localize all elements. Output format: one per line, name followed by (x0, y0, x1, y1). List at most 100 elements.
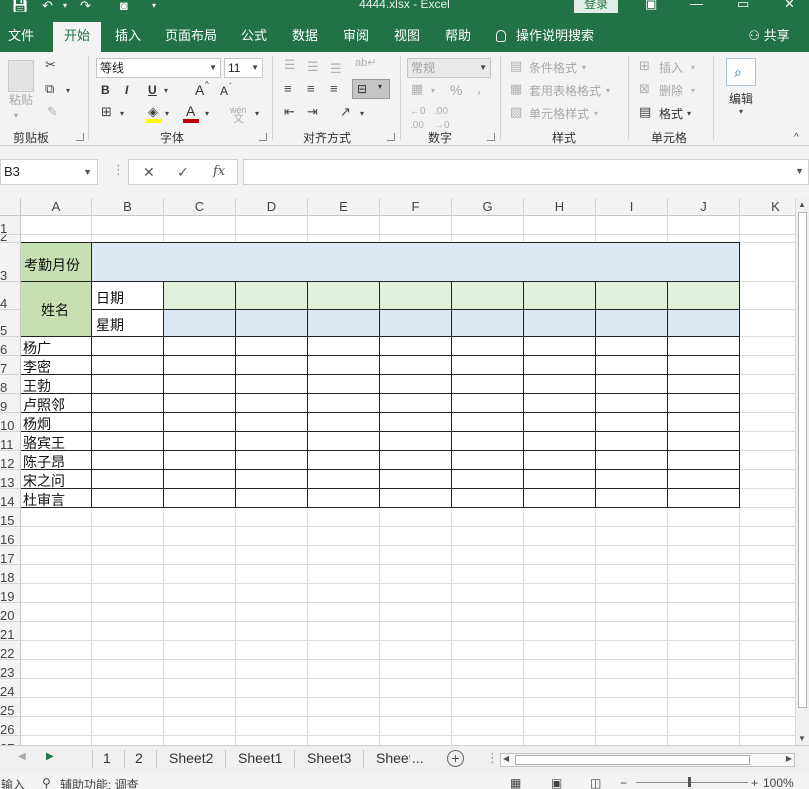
align-middle-icon[interactable]: ☰ (307, 60, 319, 74)
clipboard-launcher-icon[interactable] (76, 133, 84, 141)
increase-font-button[interactable]: A (195, 82, 204, 98)
name-cell[interactable]: 王勃 (23, 376, 51, 396)
scroll-right-icon[interactable]: ▶ (786, 754, 792, 763)
row-header[interactable]: 10 (0, 413, 21, 432)
tab-insert[interactable]: 插入 (108, 22, 148, 52)
row-header[interactable]: 26 (0, 717, 21, 736)
row-header[interactable]: 5 (0, 310, 21, 337)
horizontal-scrollbar[interactable]: ◀ ▶ (500, 753, 795, 767)
insert-function-button[interactable]: fx (213, 164, 225, 179)
increase-indent-icon[interactable]: ⇥ (307, 105, 318, 119)
row-header[interactable]: 23 (0, 660, 21, 679)
scroll-up-icon[interactable]: ▲ (798, 200, 806, 209)
expand-formula-bar-icon[interactable]: ▼ (795, 166, 804, 176)
vertical-scrollbar[interactable]: ▲ ▼ (795, 198, 809, 745)
font-color-button[interactable]: A (186, 103, 195, 119)
tab-view[interactable]: 视图 (387, 22, 427, 52)
column-header-j[interactable]: J (668, 198, 740, 216)
copy-dropdown-icon[interactable]: ▾ (66, 84, 70, 98)
percent-style-button[interactable]: % (450, 82, 462, 98)
normal-view-icon[interactable]: ▦ (510, 776, 521, 789)
name-cell[interactable]: 宋之问 (23, 471, 65, 491)
vertical-scroll-thumb[interactable] (798, 212, 807, 708)
row-header[interactable]: 13 (0, 470, 21, 489)
accounting-dropdown-icon[interactable]: ▾ (431, 84, 435, 98)
maximize-button[interactable]: ▭ (737, 0, 749, 12)
name-box[interactable]: B3 ▼ (0, 159, 98, 185)
font-size-select[interactable]: 11 ▼ (224, 58, 263, 78)
ribbon-display-options-icon[interactable]: ▣ (645, 0, 657, 12)
row-header[interactable]: 24 (0, 679, 21, 698)
previous-sheet-icon[interactable]: ◀ (18, 751, 26, 762)
tab-help[interactable]: 帮助 (438, 22, 478, 52)
name-cell[interactable]: 杨广 (23, 338, 51, 358)
row-header[interactable]: 19 (0, 584, 21, 603)
row-header[interactable]: 22 (0, 641, 21, 660)
page-break-view-icon[interactable]: ◫ (590, 776, 601, 789)
name-cell[interactable]: 杜审言 (23, 490, 65, 510)
editing-button[interactable]: ⌕ (726, 58, 756, 86)
column-header-k[interactable]: K (740, 198, 795, 216)
column-header-f[interactable]: F (380, 198, 452, 216)
zoom-level[interactable]: 100% (763, 776, 794, 789)
insert-cells-button[interactable]: 插入 (659, 60, 683, 76)
format-as-table-button[interactable]: 套用表格格式 (529, 83, 601, 99)
clipboard-icon[interactable] (8, 60, 34, 92)
sheet-tab-sheet3[interactable]: Sheet3 (307, 750, 351, 766)
page-layout-view-icon[interactable]: ▣ (551, 776, 562, 789)
name-cell[interactable]: 卢照邻 (23, 395, 65, 415)
underline-dropdown-icon[interactable]: ▾ (164, 84, 168, 98)
row-header[interactable]: 2 (0, 235, 21, 243)
conditional-format-button[interactable]: 条件格式 (529, 60, 577, 76)
name-cell[interactable]: 李密 (23, 357, 51, 377)
cell-b4[interactable]: 日期 (96, 288, 124, 308)
paste-dropdown-icon[interactable]: ▾ (14, 108, 18, 124)
fill-color-icon[interactable]: ◈ (148, 105, 158, 119)
zoom-in-icon[interactable]: + (751, 776, 758, 789)
align-right-icon[interactable]: ≡ (330, 82, 338, 96)
number-format-select[interactable]: 常规 ▼ (407, 58, 491, 78)
accessibility-status[interactable]: 辅助功能: 调查 (60, 776, 139, 789)
row-header[interactable]: 9 (0, 394, 21, 413)
more-sheets-button[interactable]: ... (412, 750, 424, 766)
login-button[interactable]: 登录 (574, 0, 618, 13)
row-header[interactable]: 3 (0, 243, 21, 282)
increase-decimal-icon[interactable]: ←0.00 (410, 105, 426, 133)
phonetic-dropdown-icon[interactable]: ▾ (255, 107, 259, 121)
accounting-format-icon[interactable]: ▦ (411, 82, 423, 96)
orientation-icon[interactable]: ↗ (340, 105, 351, 119)
align-left-icon[interactable]: ≡ (284, 82, 292, 96)
cancel-entry-button[interactable]: ✕ (143, 164, 155, 181)
sheet-tab-sheet4[interactable]: Sheet4 (376, 750, 410, 766)
sheet-tab-1[interactable]: 1 (103, 750, 111, 766)
cell-a3[interactable]: 考勤月份 (24, 255, 80, 275)
column-header-a[interactable]: A (21, 198, 92, 216)
row-header[interactable]: 17 (0, 546, 21, 565)
worksheet-grid[interactable]: A B C D E F G H I J K 1 2 3 4 5 6 7 8 9 10 11 12 13 14 15 16 17 18 19… (0, 198, 795, 745)
tab-home[interactable]: 开始 (53, 22, 101, 52)
share-button[interactable]: ⚇ 共享 (744, 22, 794, 52)
row-header[interactable]: 1 (0, 216, 21, 235)
next-sheet-icon[interactable]: ▶ (46, 751, 54, 762)
row-header[interactable]: 20 (0, 603, 21, 622)
column-header-b[interactable]: B (92, 198, 164, 216)
font-name-select[interactable]: 等线 ▼ (96, 58, 221, 78)
row-header[interactable]: 8 (0, 375, 21, 394)
column-header-d[interactable]: D (236, 198, 308, 216)
cell-a4[interactable]: 姓名 (41, 300, 69, 320)
sheet-tab-sheet2[interactable]: Sheet2 (169, 750, 213, 766)
zoom-slider[interactable] (636, 782, 748, 783)
alignment-launcher-icon[interactable] (387, 133, 395, 141)
delete-cells-button[interactable]: 删除 (659, 83, 683, 99)
row-header[interactable]: 15 (0, 508, 21, 527)
scroll-left-icon[interactable]: ◀ (503, 754, 509, 763)
close-button[interactable]: ✕ (784, 0, 795, 12)
name-cell[interactable]: 陈子昂 (23, 452, 65, 472)
wrap-text-icon[interactable]: ab↵ (355, 56, 376, 70)
collapse-ribbon-icon[interactable]: ^ (794, 131, 799, 145)
align-center-icon[interactable]: ≡ (307, 82, 315, 96)
editing-dropdown-icon[interactable]: ▾ (739, 105, 743, 119)
column-header-h[interactable]: H (524, 198, 596, 216)
row-header[interactable]: 6 (0, 337, 21, 356)
format-painter-icon[interactable]: ✎ (47, 105, 58, 119)
